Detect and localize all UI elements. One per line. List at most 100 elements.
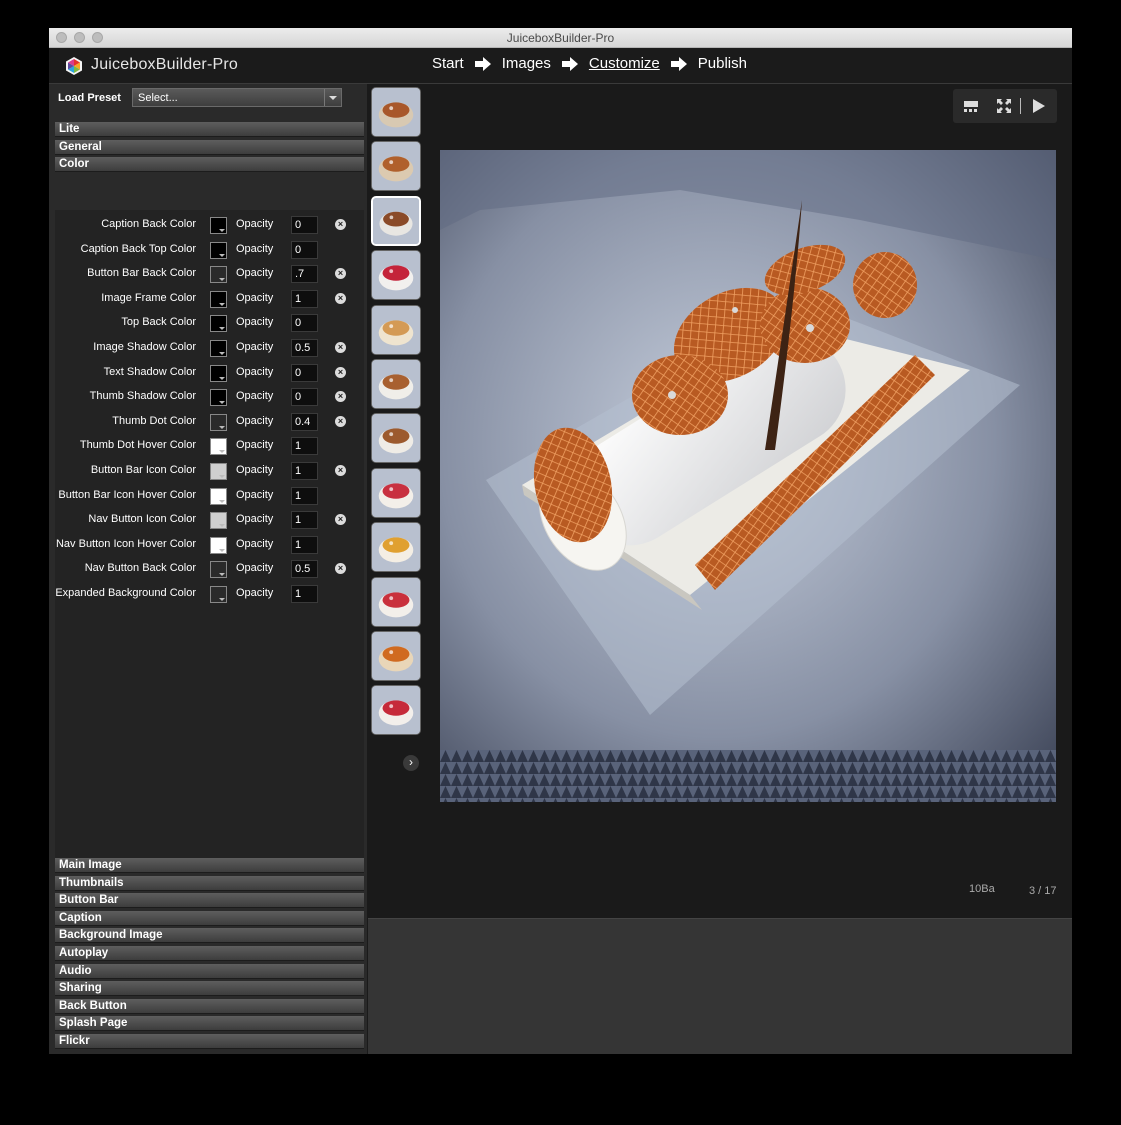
opacity-input[interactable]: 1 bbox=[291, 536, 318, 554]
reset-color-button[interactable]: × bbox=[335, 416, 346, 427]
opacity-input[interactable]: 0 bbox=[291, 216, 318, 234]
color-setting-row: Expanded Background Color Opacity 1 bbox=[55, 584, 364, 604]
section-autoplay[interactable]: Autoplay bbox=[55, 946, 364, 961]
image-thumbnail[interactable] bbox=[371, 359, 421, 409]
color-setting-label: Button Bar Icon Color bbox=[90, 464, 196, 476]
opacity-input[interactable]: 1 bbox=[291, 487, 318, 505]
reset-color-button[interactable]: × bbox=[335, 367, 346, 378]
color-swatch[interactable] bbox=[210, 315, 227, 332]
section-caption[interactable]: Caption bbox=[55, 911, 364, 926]
opacity-label: Opacity bbox=[236, 538, 274, 550]
thumbnail-preview bbox=[372, 523, 420, 571]
color-setting-label: Text Shadow Color bbox=[103, 366, 196, 378]
opacity-input[interactable]: 1 bbox=[291, 290, 318, 308]
image-thumbnail[interactable] bbox=[371, 141, 421, 191]
section-general[interactable]: General bbox=[55, 140, 364, 155]
opacity-input[interactable]: 0.5 bbox=[291, 560, 318, 578]
image-thumbnail[interactable] bbox=[371, 577, 421, 627]
section-audio[interactable]: Audio bbox=[55, 964, 364, 979]
color-setting-label: Thumb Dot Hover Color bbox=[79, 439, 196, 451]
color-swatch[interactable] bbox=[210, 561, 227, 578]
thumbnail-preview bbox=[373, 198, 419, 244]
nav-step-images[interactable]: Images bbox=[502, 55, 551, 72]
nav-step-publish[interactable]: Publish bbox=[698, 55, 747, 72]
color-setting-label: Nav Button Icon Color bbox=[88, 513, 196, 525]
opacity-input[interactable]: 1 bbox=[291, 585, 318, 603]
reset-color-button[interactable]: × bbox=[335, 391, 346, 402]
image-thumbnail[interactable] bbox=[371, 631, 421, 681]
color-setting-row: Caption Back Top Color Opacity 0 bbox=[55, 240, 364, 260]
color-setting-row: Caption Back Color Opacity 0 × bbox=[55, 215, 364, 235]
color-setting-row: Text Shadow Color Opacity 0 × bbox=[55, 363, 364, 383]
reset-color-button[interactable]: × bbox=[335, 293, 346, 304]
opacity-input[interactable]: 0.5 bbox=[291, 339, 318, 357]
color-swatch[interactable] bbox=[210, 291, 227, 308]
section-flickr[interactable]: Flickr bbox=[55, 1034, 364, 1049]
reset-color-button[interactable]: × bbox=[335, 342, 346, 353]
thumbnail-preview bbox=[372, 142, 420, 190]
image-thumbnail[interactable] bbox=[371, 196, 421, 246]
color-swatch[interactable] bbox=[210, 463, 227, 480]
reset-color-button[interactable]: × bbox=[335, 268, 346, 279]
image-thumbnail[interactable] bbox=[371, 468, 421, 518]
color-swatch[interactable] bbox=[210, 217, 227, 234]
section-thumbnails[interactable]: Thumbnails bbox=[55, 876, 364, 891]
image-thumbnail[interactable] bbox=[371, 250, 421, 300]
play-icon[interactable] bbox=[1031, 98, 1047, 114]
image-thumbnail[interactable] bbox=[371, 685, 421, 735]
reset-color-button[interactable]: × bbox=[335, 465, 346, 476]
opacity-input[interactable]: 0 bbox=[291, 314, 318, 332]
nav-step-customize[interactable]: Customize bbox=[589, 55, 660, 72]
section-button-bar[interactable]: Button Bar bbox=[55, 893, 364, 908]
color-swatch[interactable] bbox=[210, 438, 227, 455]
color-swatch[interactable] bbox=[210, 389, 227, 406]
color-swatch[interactable] bbox=[210, 586, 227, 603]
section-main-image[interactable]: Main Image bbox=[55, 858, 364, 873]
opacity-input[interactable]: 0 bbox=[291, 241, 318, 259]
section-lite[interactable]: Lite bbox=[55, 122, 364, 137]
image-thumbnail[interactable] bbox=[371, 305, 421, 355]
color-swatch[interactable] bbox=[210, 488, 227, 505]
load-preset-label: Load Preset bbox=[58, 92, 121, 104]
section-splash-page[interactable]: Splash Page bbox=[55, 1016, 364, 1031]
image-thumbnail[interactable] bbox=[371, 413, 421, 463]
opacity-input[interactable]: 0 bbox=[291, 364, 318, 382]
section-background-image[interactable]: Background Image bbox=[55, 928, 364, 943]
thumbnail-preview bbox=[372, 88, 420, 136]
color-setting-row: Thumb Dot Hover Color Opacity 1 bbox=[55, 436, 364, 456]
color-swatch[interactable] bbox=[210, 242, 227, 259]
opacity-label: Opacity bbox=[236, 489, 274, 501]
color-setting-row: Nav Button Icon Color Opacity 1 × bbox=[55, 510, 364, 530]
opacity-input[interactable]: 0 bbox=[291, 388, 318, 406]
reset-color-button[interactable]: × bbox=[335, 219, 346, 230]
opacity-input[interactable]: 0.4 bbox=[291, 413, 318, 431]
opacity-input[interactable]: 1 bbox=[291, 437, 318, 455]
opacity-input[interactable]: 1 bbox=[291, 462, 318, 480]
window-title: JuiceboxBuilder-Pro bbox=[506, 31, 615, 45]
section-back-button[interactable]: Back Button bbox=[55, 999, 364, 1014]
color-swatch[interactable] bbox=[210, 414, 227, 431]
color-swatch[interactable] bbox=[210, 266, 227, 283]
preset-select[interactable]: Select... bbox=[132, 88, 342, 107]
thumbnails-toggle-icon[interactable] bbox=[963, 98, 979, 114]
expand-icon[interactable] bbox=[996, 98, 1012, 114]
reset-color-button[interactable]: × bbox=[335, 514, 346, 525]
nav-step-start[interactable]: Start bbox=[432, 55, 464, 72]
color-swatch[interactable] bbox=[210, 512, 227, 529]
opacity-input[interactable]: 1 bbox=[291, 511, 318, 529]
color-setting-row: Button Bar Icon Color Opacity 1 × bbox=[55, 461, 364, 481]
section-color[interactable]: Color bbox=[55, 157, 364, 172]
title-bar: JuiceboxBuilder-Pro bbox=[49, 28, 1072, 48]
section-sharing[interactable]: Sharing bbox=[55, 981, 364, 996]
opacity-label: Opacity bbox=[236, 341, 274, 353]
workflow-nav: Start Images Customize Publish bbox=[432, 55, 747, 72]
color-swatch[interactable] bbox=[210, 365, 227, 382]
image-thumbnail[interactable] bbox=[371, 87, 421, 137]
color-setting-label: Thumb Dot Color bbox=[112, 415, 196, 427]
opacity-input[interactable]: .7 bbox=[291, 265, 318, 283]
image-thumbnail[interactable] bbox=[371, 522, 421, 572]
color-swatch[interactable] bbox=[210, 340, 227, 357]
color-swatch[interactable] bbox=[210, 537, 227, 554]
next-thumbs-button[interactable]: › bbox=[403, 755, 419, 771]
reset-color-button[interactable]: × bbox=[335, 563, 346, 574]
